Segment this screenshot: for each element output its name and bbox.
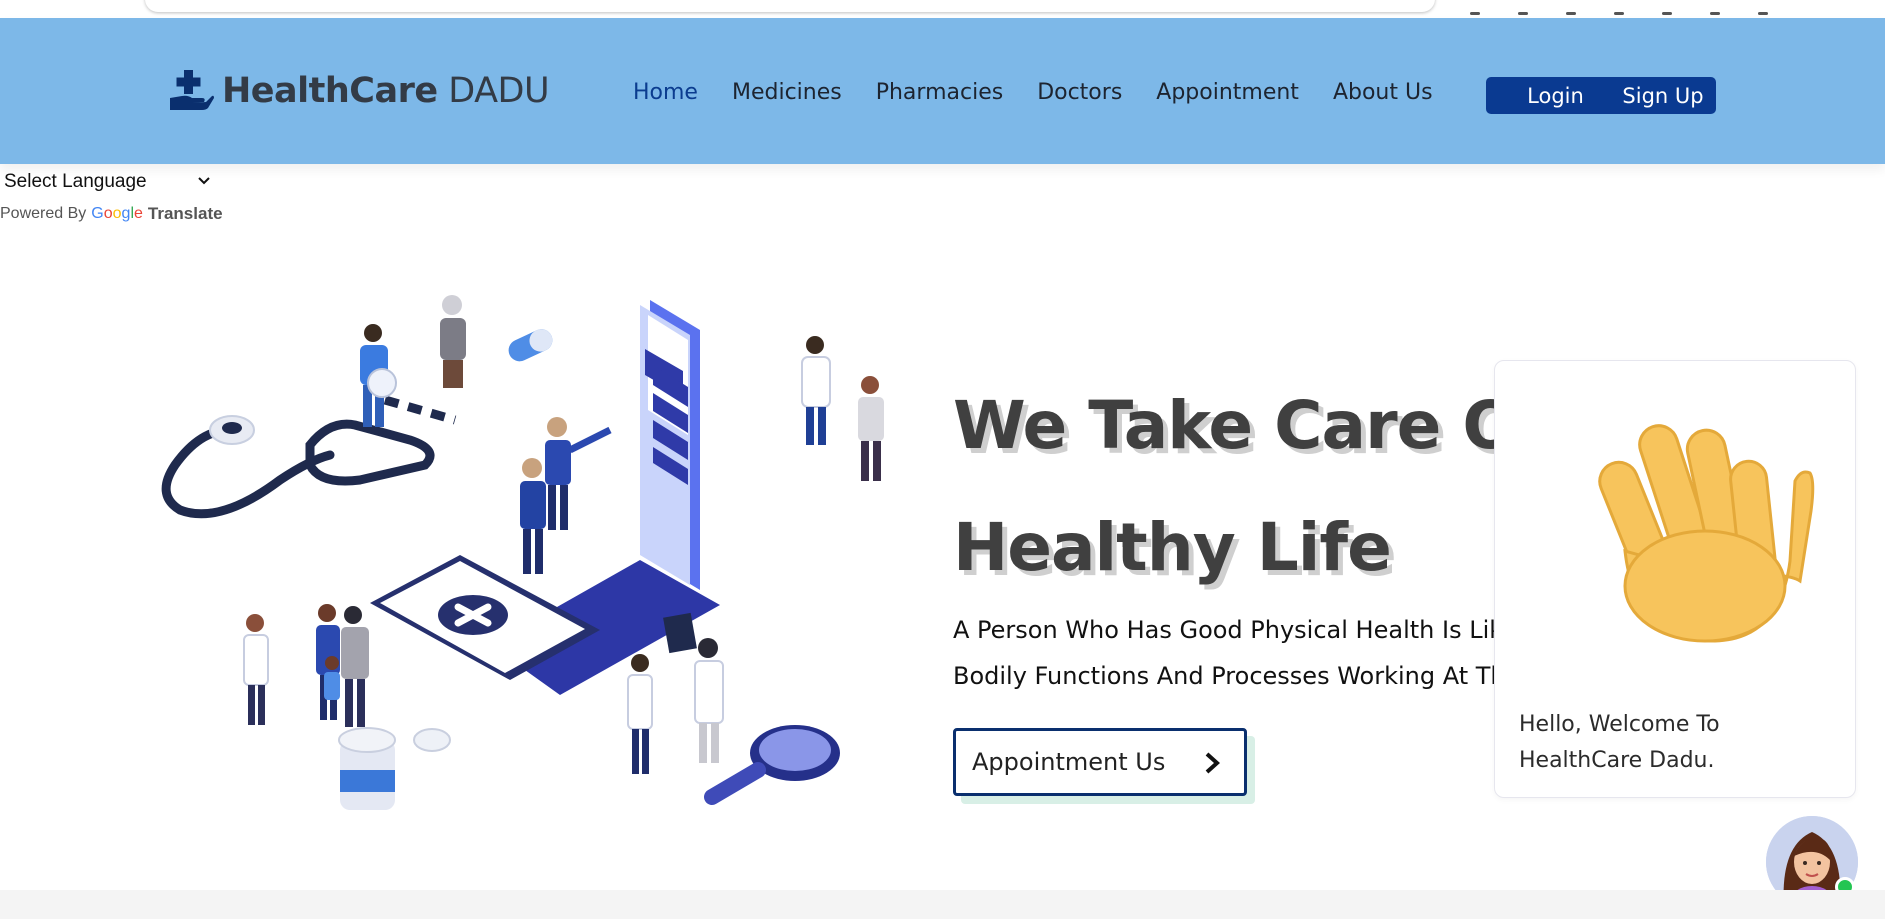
- hero-title-line-2: Healthy Life: [953, 509, 1392, 586]
- appointment-button-label: Appointment Us: [972, 748, 1166, 776]
- signup-button[interactable]: Sign Up: [1610, 77, 1716, 114]
- language-select-label: Select Language: [4, 171, 147, 192]
- language-select[interactable]: Select Language: [4, 170, 214, 194]
- powered-by-google-translate: Powered By Google Translate: [0, 204, 223, 224]
- logo-text: HealthCare DADU: [222, 71, 550, 111]
- translate-label: Translate: [147, 204, 223, 223]
- healthcare-illustration: [161, 295, 884, 810]
- nav-medicines[interactable]: Medicines: [732, 80, 842, 105]
- nav-about-us[interactable]: About Us: [1333, 80, 1433, 105]
- site-header: HealthCare DADU Home Medicines Pharmacie…: [0, 18, 1885, 164]
- browser-toolbar: [0, 0, 1885, 18]
- address-bar[interactable]: [145, 0, 1435, 12]
- google-logo[interactable]: Google: [91, 205, 143, 223]
- site-logo[interactable]: HealthCare DADU: [168, 68, 550, 114]
- hero-title: We Take Care Of Your Healthy Life: [953, 365, 1498, 609]
- nav-doctors[interactable]: Doctors: [1037, 80, 1122, 105]
- chat-welcome-popup: Hello, Welcome To HealthCare Dadu.: [1494, 360, 1856, 798]
- waving-hand-icon: [1598, 424, 1815, 643]
- chevron-right-icon: [1205, 752, 1220, 774]
- browser-extension-icons: [1470, 0, 1870, 15]
- section-divider: [0, 890, 1885, 919]
- hero-subtitle: A Person Who Has Good Physical Health Is…: [953, 607, 1498, 699]
- nav-pharmacies[interactable]: Pharmacies: [876, 80, 1003, 105]
- appointment-button[interactable]: Appointment Us: [953, 728, 1247, 796]
- powered-by-label: Powered By: [0, 205, 87, 222]
- hero-subtitle-line-2: Bodily Functions And Processes Working A…: [953, 662, 1498, 690]
- nav-appointment[interactable]: Appointment: [1156, 80, 1299, 105]
- login-button[interactable]: Login: [1486, 77, 1625, 114]
- nav-home[interactable]: Home: [633, 80, 698, 105]
- medical-hand-icon: [170, 70, 214, 110]
- hero-title-line-1: We Take Care Of Your: [953, 387, 1498, 464]
- main-nav: Home Medicines Pharmacies Doctors Appoin…: [633, 80, 1467, 105]
- chat-welcome-message: Hello, Welcome To HealthCare Dadu.: [1519, 712, 1720, 773]
- chevron-down-icon: [198, 177, 210, 185]
- hero-subtitle-line-1: A Person Who Has Good Physical Health Is…: [953, 616, 1498, 644]
